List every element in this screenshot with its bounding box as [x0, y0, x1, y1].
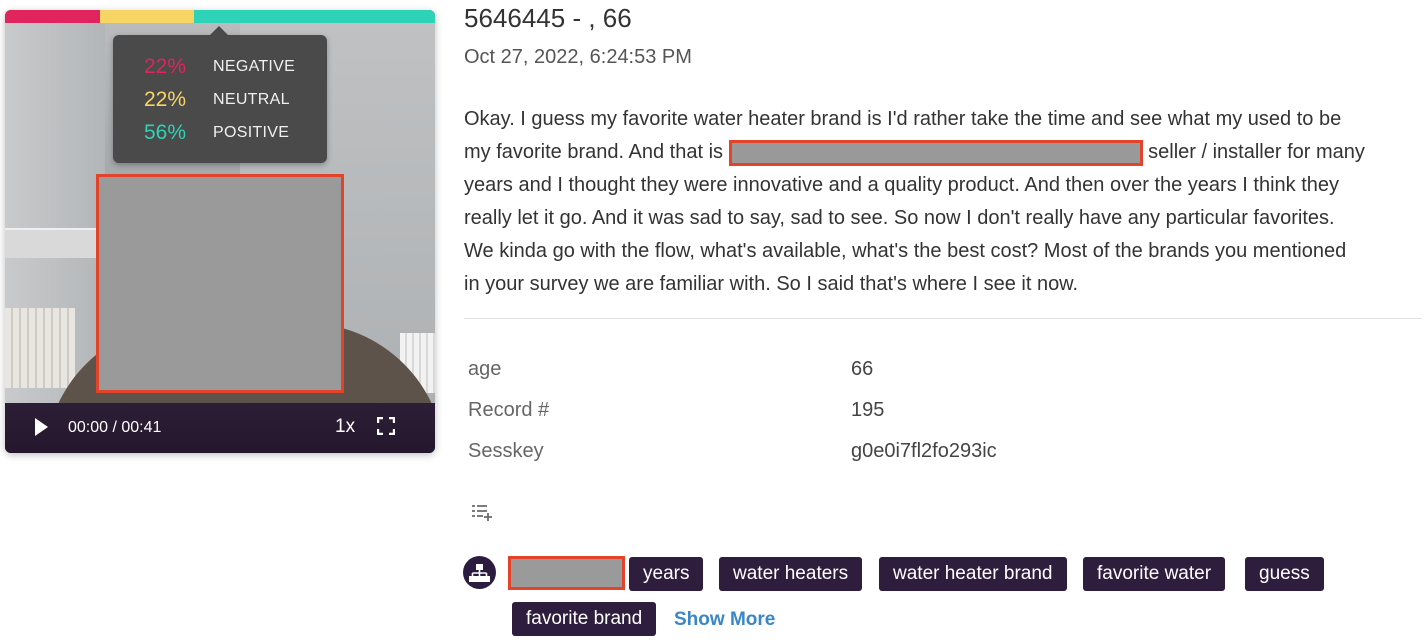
play-icon[interactable]: [35, 418, 48, 436]
tooltip-row-neutral: 22% NEUTRAL: [113, 88, 327, 112]
tooltip-row-negative: 22% NEGATIVE: [113, 55, 327, 79]
neutral-percent: 22%: [143, 88, 187, 111]
sentiment-bar-positive: [194, 10, 435, 23]
page-title: 5646445 - , 66: [464, 3, 632, 33]
metadata-key: Record #: [468, 399, 550, 421]
metadata-row-age: age 66: [468, 356, 1168, 397]
transcript-line: really let it go. And it was sad to say,…: [464, 207, 1335, 229]
negative-percent: 22%: [143, 55, 187, 78]
tooltip-row-positive: 56% POSITIVE: [113, 121, 327, 145]
fullscreen-icon[interactable]: [377, 417, 395, 435]
hierarchy-icon[interactable]: [463, 556, 496, 589]
divider: [464, 318, 1422, 319]
metadata-key: Sesskey: [468, 440, 544, 462]
transcript-line: Okay. I guess my favorite water heater b…: [464, 108, 1342, 130]
tag[interactable]: years: [629, 557, 704, 591]
video-player: 22% NEGATIVE 22% NEUTRAL 56% POSITIVE 00…: [5, 10, 435, 453]
playback-time: 00:00 / 00:41: [68, 419, 162, 436]
positive-label: POSITIVE: [213, 124, 290, 141]
transcript-text: seller / installer for many: [1142, 141, 1365, 163]
positive-percent: 56%: [143, 121, 187, 144]
metadata-row-sesskey: Sesskey g0e0i7fl2fo293ic: [468, 438, 1168, 479]
redacted-text: [728, 140, 1143, 166]
playback-speed-button[interactable]: 1x: [335, 416, 355, 438]
tag-redacted[interactable]: [508, 556, 625, 590]
tag[interactable]: favorite brand: [512, 602, 657, 636]
metadata-value: 66: [851, 358, 874, 380]
video-binders: [5, 308, 75, 388]
transcript-text: my favorite brand. And that is: [464, 141, 729, 163]
redacted-face: [96, 174, 344, 393]
sentiment-tooltip: 22% NEGATIVE 22% NEUTRAL 56% POSITIVE: [113, 26, 327, 163]
sentiment-bar-negative: [5, 10, 100, 23]
sentiment-bar-neutral: [99, 10, 195, 23]
transcript: Okay. I guess my favorite water heater b…: [464, 103, 1424, 301]
transcript-line: in your survey we are familiar with. So …: [464, 273, 1079, 295]
metadata-key: age: [468, 358, 502, 380]
show-more-link[interactable]: Show More: [674, 607, 775, 633]
neutral-label: NEUTRAL: [213, 91, 290, 108]
playlist-add-icon[interactable]: [470, 503, 494, 523]
transcript-line: We kinda go with the flow, what's availa…: [464, 240, 1347, 262]
tag[interactable]: guess: [1245, 557, 1324, 591]
negative-label: NEGATIVE: [213, 58, 296, 75]
video-controls: 00:00 / 00:41 1x: [5, 403, 435, 453]
metadata-value: g0e0i7fl2fo293ic: [851, 440, 997, 462]
video-shelf: [5, 228, 100, 258]
sentiment-bar: [5, 10, 435, 23]
tag[interactable]: water heater brand: [879, 557, 1067, 591]
tag[interactable]: favorite water: [1083, 557, 1226, 591]
timestamp: Oct 27, 2022, 6:24:53 PM: [464, 46, 692, 68]
metadata-table: age 66 Record # 195 Sesskey g0e0i7fl2fo2…: [468, 356, 1168, 479]
transcript-line: years and I thought they were innovative…: [464, 174, 1339, 196]
tag[interactable]: water heaters: [719, 557, 863, 591]
metadata-value: 195: [851, 399, 885, 421]
metadata-row-record: Record # 195: [468, 397, 1168, 438]
transcript-line: my favorite brand. And that is seller / …: [464, 136, 1424, 169]
